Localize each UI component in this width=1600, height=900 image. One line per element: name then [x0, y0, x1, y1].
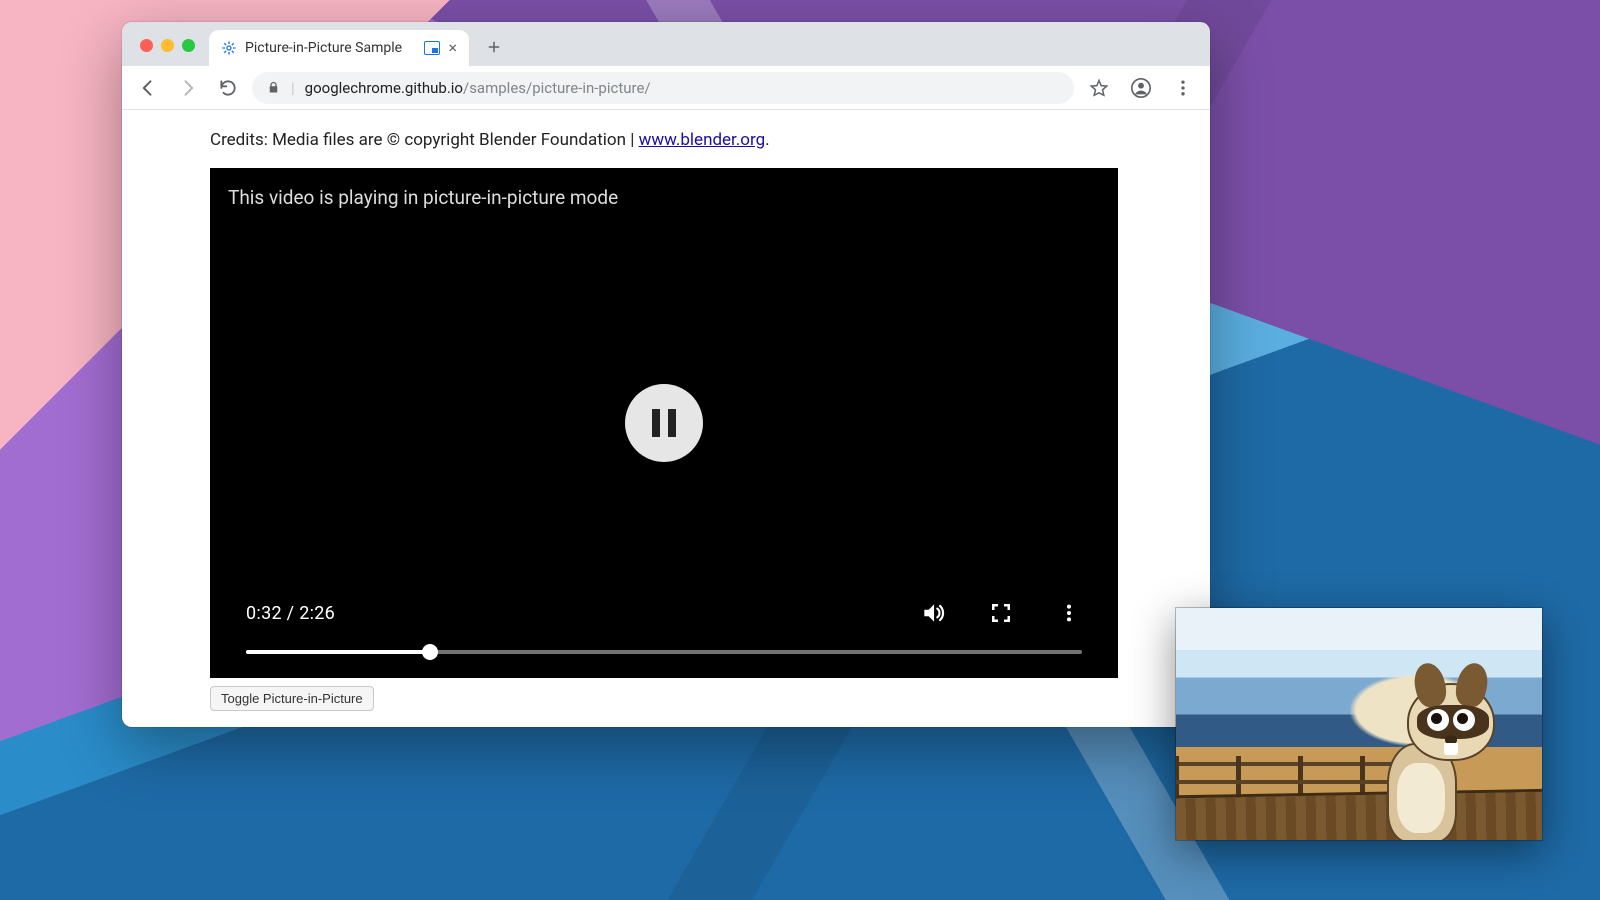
pip-indicator-icon: [424, 41, 440, 55]
fullscreen-button[interactable]: [988, 600, 1014, 626]
browser-window: Picture-in-Picture Sample × | googlechro…: [122, 22, 1210, 727]
time-current: 0:32: [246, 603, 282, 624]
toolbar: | googlechrome.github.io/samples/picture…: [122, 66, 1210, 110]
progress-played: [246, 650, 430, 654]
video-player[interactable]: This video is playing in picture-in-pict…: [210, 168, 1118, 678]
toggle-pip-button[interactable]: Toggle Picture-in-Picture: [210, 686, 374, 711]
video-controls: 0:32 / 2:26: [210, 600, 1118, 678]
minimize-window-button[interactable]: [161, 39, 174, 52]
address-bar[interactable]: | googlechrome.github.io/samples/picture…: [252, 72, 1074, 104]
progress-thumb[interactable]: [422, 644, 438, 660]
time-total: 2:26: [299, 603, 335, 624]
bookmark-star-button[interactable]: [1082, 71, 1116, 105]
time-sep: /: [282, 603, 299, 624]
pip-window[interactable]: [1176, 608, 1542, 840]
url-text: googlechrome.github.io/samples/picture-i…: [305, 79, 651, 97]
url-host: googlechrome.github.io: [305, 79, 463, 97]
url-path: /samples/picture-in-picture/: [463, 79, 651, 97]
page-content: Credits: Media files are © copyright Ble…: [122, 110, 1210, 727]
credits-prefix: Credits: Media files are © copyright Ble…: [210, 130, 639, 150]
video-more-button[interactable]: [1056, 600, 1082, 626]
tab-favicon-icon: [221, 40, 237, 56]
video-pip-message: This video is playing in picture-in-pict…: [228, 186, 618, 209]
credits-suffix: .: [765, 130, 769, 150]
pause-button[interactable]: [625, 384, 703, 462]
close-window-button[interactable]: [140, 39, 153, 52]
more-menu-button[interactable]: [1166, 71, 1200, 105]
new-tab-button[interactable]: [479, 32, 509, 62]
time-display: 0:32 / 2:26: [246, 603, 335, 624]
tab-active[interactable]: Picture-in-Picture Sample ×: [209, 30, 469, 66]
credits-link[interactable]: www.blender.org: [639, 130, 766, 150]
omnibox-separator: |: [291, 79, 295, 97]
account-button[interactable]: [1124, 71, 1158, 105]
forward-button[interactable]: [172, 72, 204, 104]
credits-text: Credits: Media files are © copyright Ble…: [210, 130, 1122, 150]
back-button[interactable]: [132, 72, 164, 104]
progress-bar[interactable]: [246, 650, 1082, 654]
maximize-window-button[interactable]: [182, 39, 195, 52]
volume-button[interactable]: [920, 600, 946, 626]
window-controls: [140, 39, 195, 52]
reload-button[interactable]: [212, 72, 244, 104]
pause-icon: [652, 409, 676, 437]
tab-title: Picture-in-Picture Sample: [245, 40, 416, 56]
pip-scene-character: [1377, 673, 1527, 840]
close-tab-button[interactable]: ×: [448, 40, 457, 56]
tab-strip: Picture-in-Picture Sample ×: [122, 22, 1210, 66]
lock-icon: [266, 80, 281, 95]
